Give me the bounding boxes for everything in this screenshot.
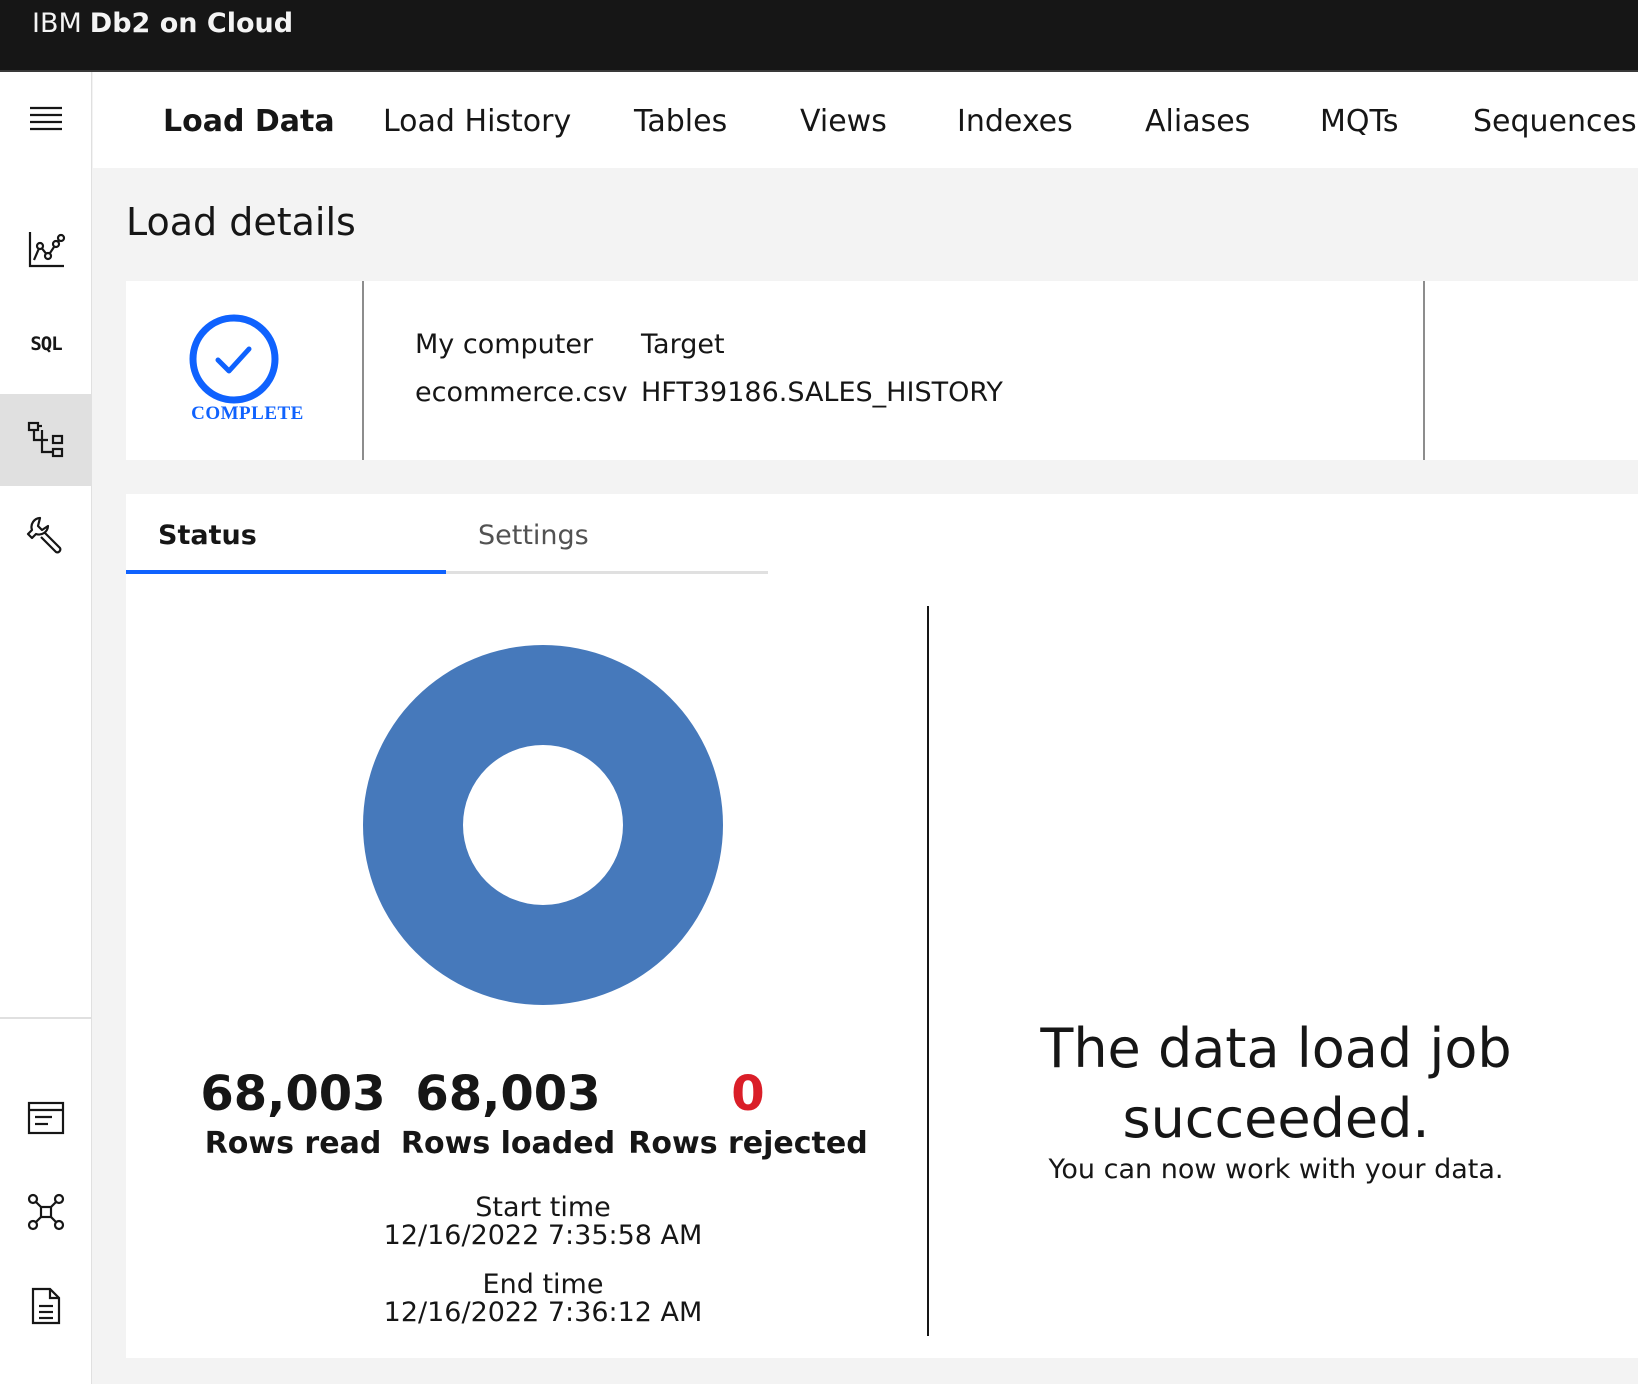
tab-aliases[interactable]: Aliases (1145, 104, 1250, 139)
end-time-label: End time (482, 1269, 604, 1300)
log-window-icon (27, 1101, 65, 1135)
nav-monitor[interactable] (0, 204, 92, 296)
tab-sequences[interactable]: Sequences (1473, 104, 1637, 139)
start-time-value: 12/16/2022 7:35:58 AM (383, 1220, 703, 1251)
nav-logs[interactable] (0, 1072, 92, 1164)
data-tree-icon (27, 421, 64, 458)
source-label: My computer (415, 329, 594, 360)
rows-loaded-value: 68,003 (415, 1066, 601, 1122)
tab-load-data[interactable]: Load Data (163, 104, 335, 139)
tab-tables[interactable]: Tables (634, 104, 727, 139)
page-title: Load details (126, 200, 356, 244)
target-label: Target (641, 329, 725, 360)
tab-views[interactable]: Views (800, 104, 887, 139)
nav-administer[interactable] (0, 488, 92, 580)
app-brand[interactable]: IBM Db2 on Cloud (32, 8, 293, 39)
stat-rows-loaded: 68,003 Rows loaded (388, 1066, 628, 1161)
load-summary-card: COMPLETE My computer Target ecommerce.cs… (126, 281, 1638, 460)
end-time: End time 12/16/2022 7:36:12 AM (326, 1271, 760, 1327)
top-bar: IBM Db2 on Cloud (0, 0, 1638, 72)
rows-rejected-label: Rows rejected (628, 1126, 868, 1161)
rows-read-label: Rows read (204, 1126, 382, 1161)
divider (362, 281, 364, 460)
nav-divider (0, 1017, 92, 1019)
end-time-value: 12/16/2022 7:36:12 AM (383, 1297, 703, 1328)
tab-status-label: Status (158, 520, 257, 551)
nav-sql[interactable]: SQL (0, 298, 92, 390)
nav-connections[interactable] (0, 1166, 92, 1258)
nav-data[interactable] (0, 394, 92, 486)
tab-indexes[interactable]: Indexes (957, 104, 1073, 139)
tab-settings[interactable]: Settings (446, 494, 768, 574)
check-circle-icon (189, 314, 279, 404)
wrench-icon (26, 516, 62, 554)
menu-icon (30, 106, 62, 131)
source-file: ecommerce.csv (415, 377, 628, 408)
side-nav: SQL (0, 72, 92, 1384)
nav-docs[interactable] (0, 1260, 92, 1352)
donut-slice-rows-loaded (363, 645, 723, 1005)
menu-button[interactable] (0, 72, 92, 164)
tab-settings-label: Settings (478, 520, 589, 551)
main-tabs: Load Data Load History Tables Views Inde… (93, 72, 1638, 168)
sql-icon: SQL (30, 333, 62, 355)
success-subtitle: You can now work with your data. (1048, 1154, 1504, 1185)
network-graph-icon (27, 1193, 65, 1231)
status-panel: Status Settings 68,003 Rows read 68,003 … (126, 494, 1638, 1358)
tab-mqts[interactable]: MQTs (1320, 104, 1399, 139)
start-time-label: Start time (475, 1192, 611, 1223)
stat-rows-read: 68,003 Rows read (173, 1066, 413, 1161)
rows-rejected-value: 0 (731, 1066, 765, 1122)
brand-prefix: IBM (32, 8, 82, 39)
brand-name: Db2 on Cloud (89, 8, 294, 39)
tab-load-history[interactable]: Load History (383, 104, 571, 139)
nav-help[interactable] (0, 1354, 92, 1384)
monitor-chart-icon (28, 232, 66, 268)
success-message: The data load job succeeded. (1040, 1017, 1512, 1150)
stat-rows-rejected: 0 Rows rejected (628, 1066, 868, 1161)
tab-status[interactable]: Status (126, 494, 446, 574)
target-table: HFT39186.SALES_HISTORY (641, 377, 1003, 408)
divider (927, 606, 929, 1336)
rows-donut-chart (363, 645, 723, 1005)
rows-loaded-label: Rows loaded (400, 1126, 616, 1161)
document-icon (31, 1287, 61, 1325)
divider (1423, 281, 1425, 460)
rows-read-value: 68,003 (200, 1066, 386, 1122)
status-badge: COMPLETE (191, 403, 304, 424)
start-time: Start time 12/16/2022 7:35:58 AM (326, 1194, 760, 1250)
